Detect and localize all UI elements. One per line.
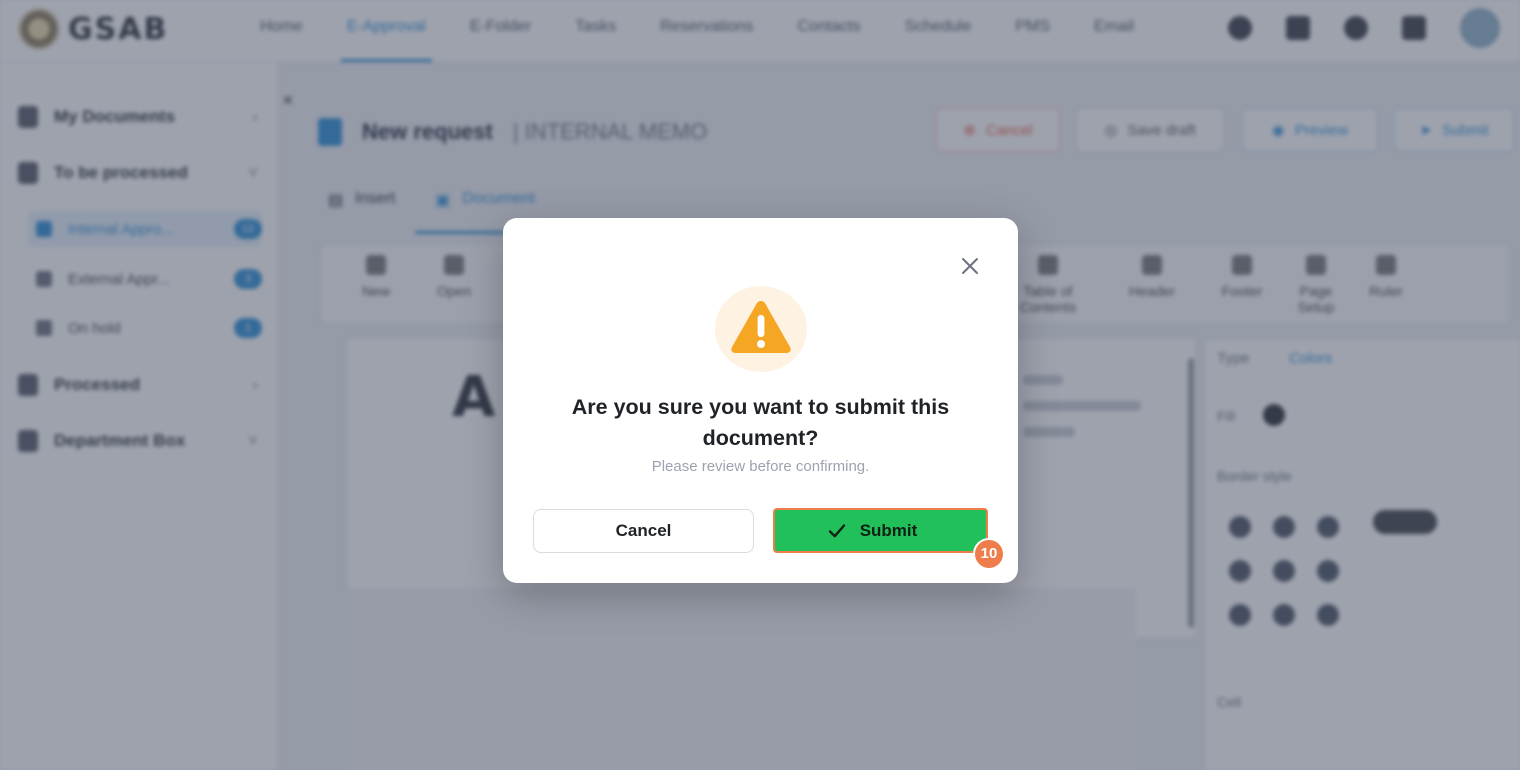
close-icon[interactable] xyxy=(958,254,982,278)
confirm-submit-dialog: Are you sure you want to submit this doc… xyxy=(503,218,1018,583)
dialog-title: Are you sure you want to submit this doc… xyxy=(571,395,950,450)
dialog-subtitle: Please review before confirming. xyxy=(651,458,870,475)
submit-button[interactable]: Submit xyxy=(773,508,988,553)
cancel-button[interactable]: Cancel xyxy=(533,509,754,553)
warning-icon-container xyxy=(715,286,807,372)
step-number-badge: 10 xyxy=(973,538,1005,570)
check-icon xyxy=(828,523,845,537)
submit-button-label: Submit xyxy=(859,520,918,540)
warning-icon xyxy=(731,301,791,353)
